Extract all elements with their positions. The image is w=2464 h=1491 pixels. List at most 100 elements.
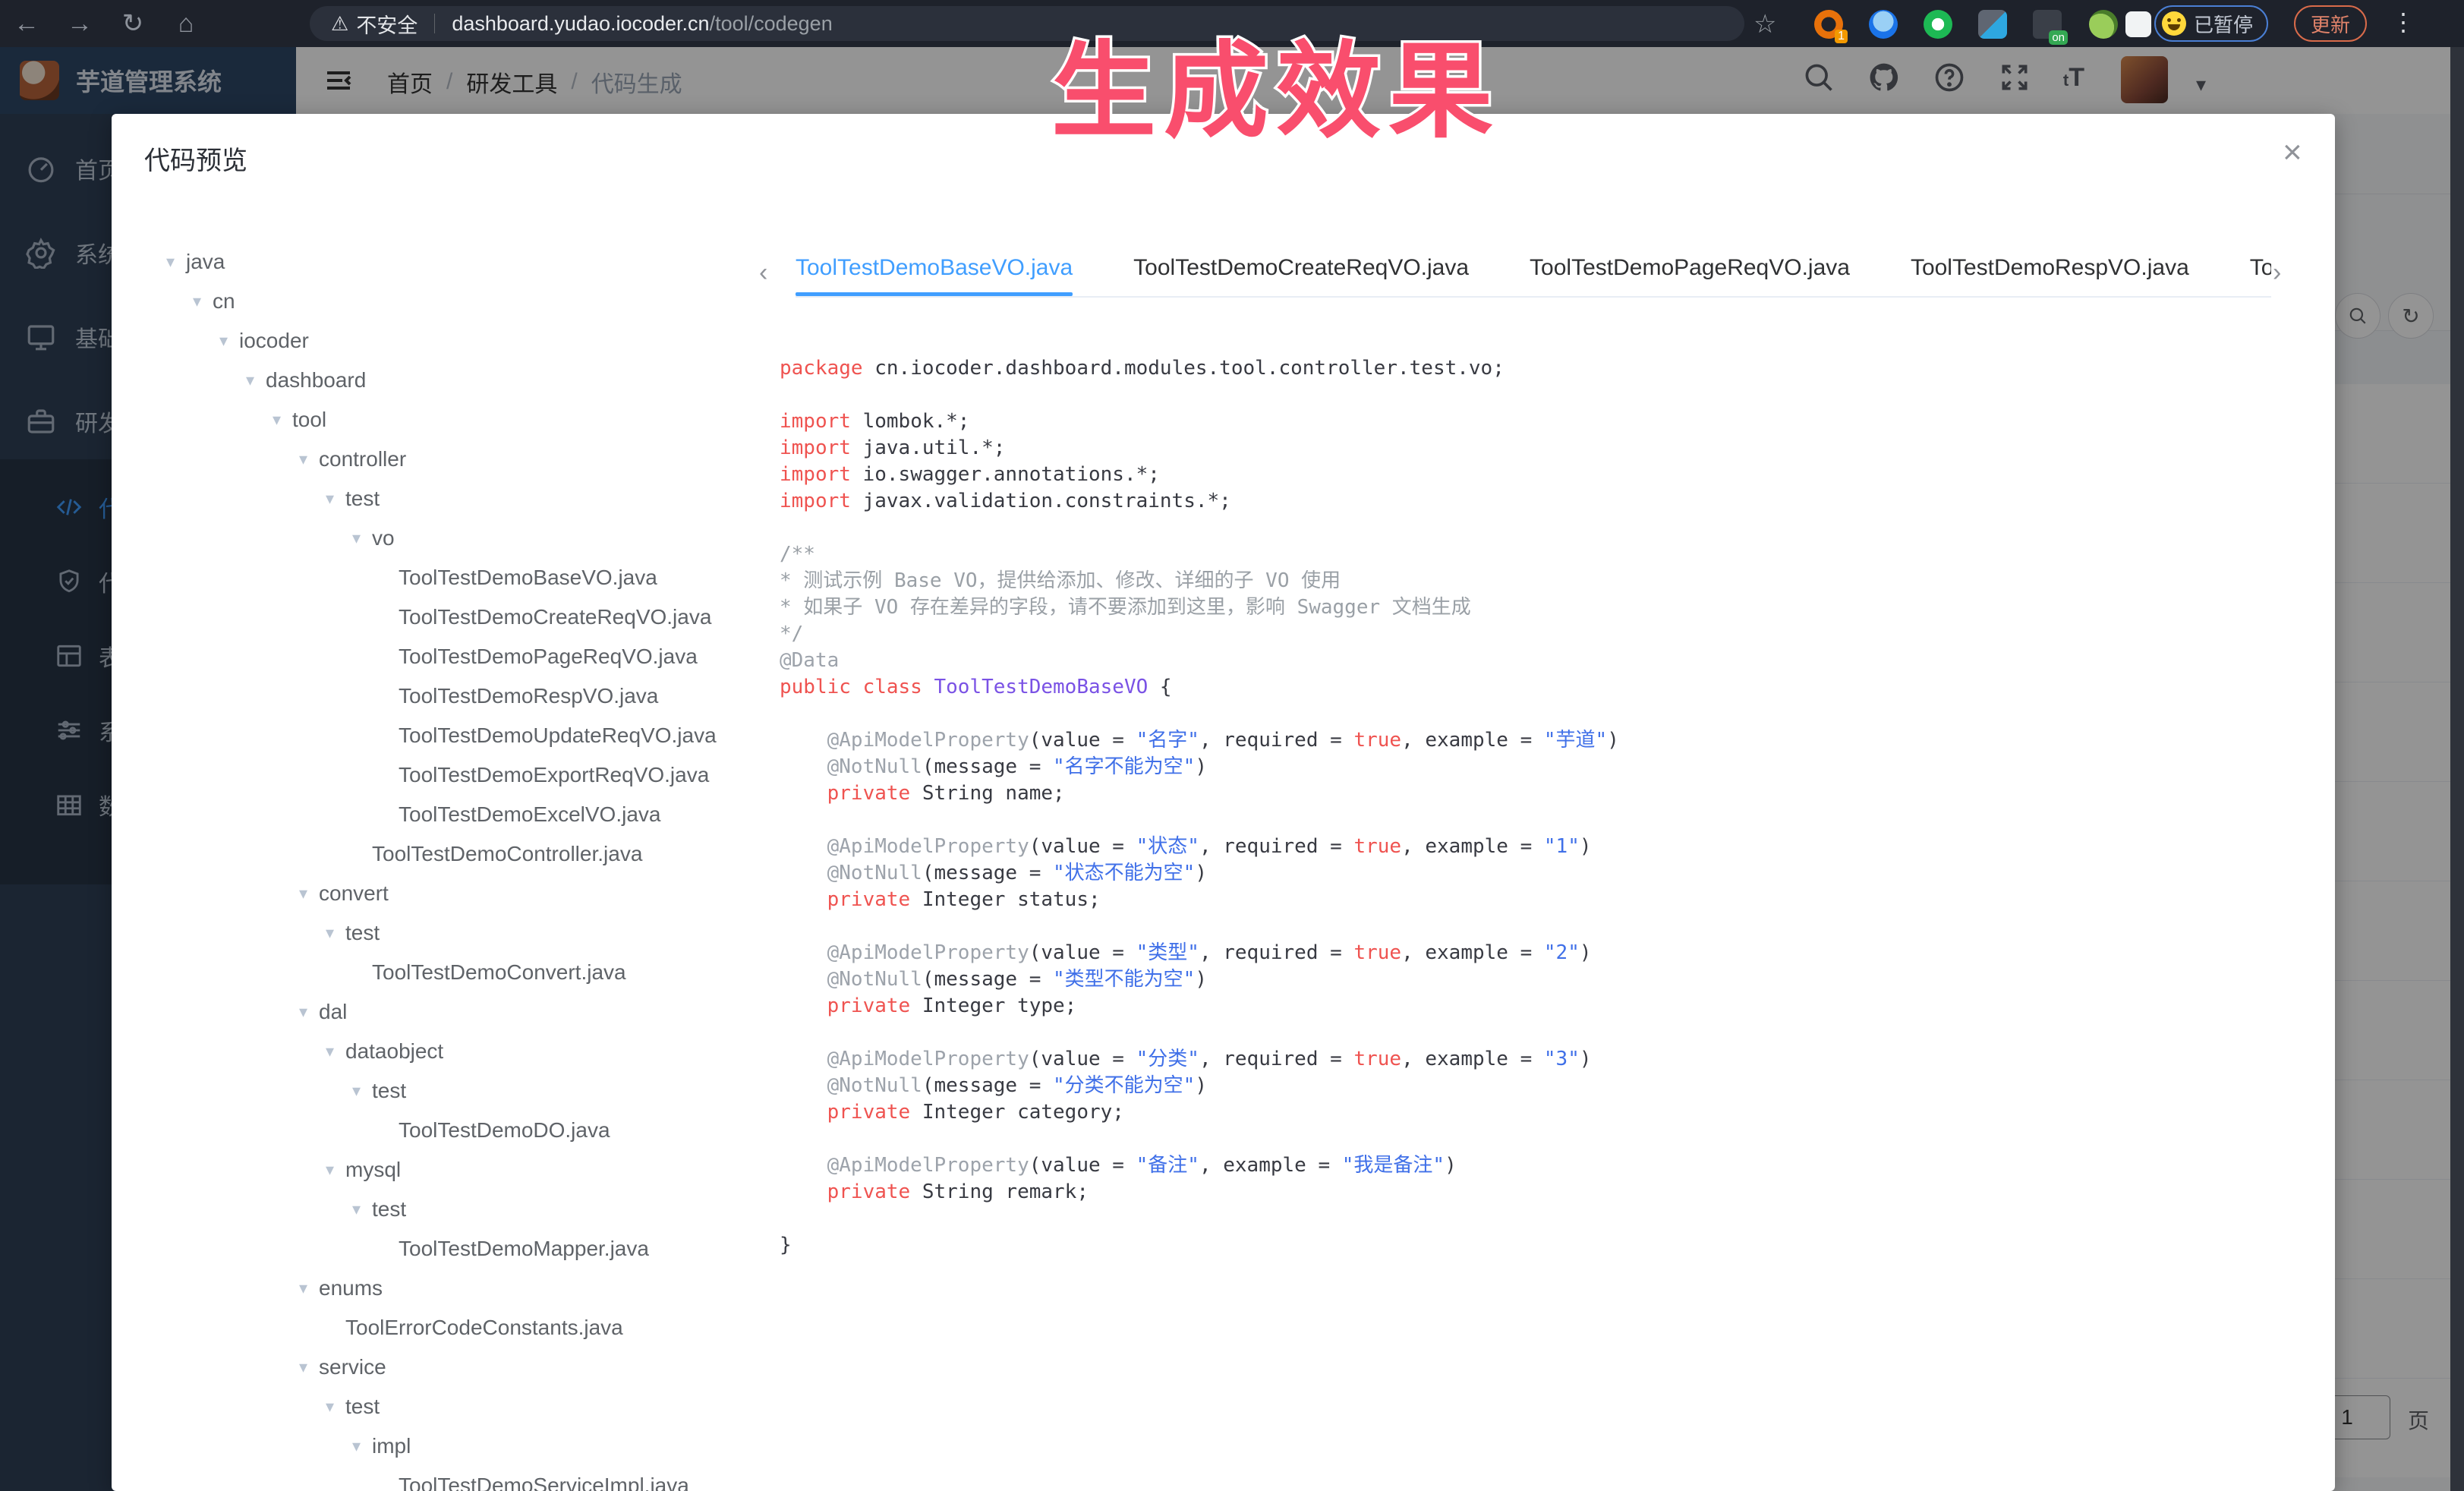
scrollbar[interactable]	[2450, 47, 2464, 1491]
tree-file[interactable]: ToolTestDemoRespVO.java	[112, 676, 757, 716]
forward-icon[interactable]: →	[53, 9, 106, 39]
file-tab[interactable]: ToolTestDemoCreateReqVO.java	[1133, 249, 1469, 296]
extension-icon-diamond[interactable]	[1978, 10, 2007, 39]
tree-folder[interactable]: ▾service	[112, 1348, 757, 1387]
code-line: @NotNull(message = "分类不能为空")	[780, 1073, 2290, 1099]
divider	[434, 14, 435, 33]
tree-item-label: ToolTestDemoRespVO.java	[399, 684, 658, 708]
tree-file[interactable]: ToolTestDemoDO.java	[112, 1111, 757, 1150]
tree-folder[interactable]: ▾test	[112, 1387, 757, 1426]
tree-folder[interactable]: ▾test	[112, 1190, 757, 1229]
extensions-puzzle-icon[interactable]	[2125, 11, 2151, 37]
extension-icon-drop[interactable]	[1869, 10, 1898, 39]
code-line: private Integer status;	[780, 887, 2290, 913]
url-domain[interactable]: dashboard.yudao.iocoder.cn	[452, 12, 709, 36]
tree-item-label: ToolTestDemoExportReqVO.java	[399, 763, 709, 787]
tree-file[interactable]: ToolTestDemoBaseVO.java	[112, 558, 757, 597]
file-tab[interactable]: ToolTestDemoBaseVO.java	[796, 249, 1073, 296]
back-icon[interactable]: ←	[0, 9, 53, 39]
tree-folder[interactable]: ▾iocoder	[112, 321, 757, 361]
code-line: @ApiModelProperty(value = "状态", required…	[780, 834, 2290, 860]
tree-caret-icon[interactable]: ▾	[326, 1042, 345, 1061]
tree-item-label: enums	[319, 1276, 383, 1300]
file-tab[interactable]: ToolTestDemoPageReqVO.java	[1530, 249, 1850, 296]
tree-caret-icon[interactable]: ▾	[299, 884, 319, 903]
tree-folder[interactable]: ▾impl	[112, 1426, 757, 1466]
home-icon[interactable]: ⌂	[159, 9, 213, 39]
tree-folder[interactable]: ▾cn	[112, 282, 757, 321]
tree-caret-icon[interactable]: ▾	[299, 449, 319, 469]
tree-caret-icon[interactable]: ▾	[352, 1081, 372, 1101]
security-label[interactable]: 不安全	[356, 9, 417, 39]
tree-folder[interactable]: ▾test	[112, 913, 757, 953]
extension-icon-plant[interactable]	[2089, 10, 2118, 39]
tree-caret-icon[interactable]: ▾	[166, 252, 186, 272]
code-line	[780, 1206, 2290, 1232]
tree-file[interactable]: ToolTestDemoMapper.java	[112, 1229, 757, 1269]
tree-caret-icon[interactable]: ▾	[326, 489, 345, 509]
tree-folder[interactable]: ▾convert	[112, 874, 757, 913]
tree-caret-icon[interactable]: ▾	[352, 1199, 372, 1219]
tree-file[interactable]: ToolTestDemoConvert.java	[112, 953, 757, 992]
tree-caret-icon[interactable]: ▾	[352, 528, 372, 548]
file-tab[interactable]: ToolTestDemoRespVO.java	[1911, 249, 2189, 296]
tree-caret-icon[interactable]: ▾	[326, 1160, 345, 1180]
tree-caret-icon[interactable]: ▾	[299, 1278, 319, 1298]
tree-caret-icon[interactable]: ▾	[193, 292, 213, 311]
bookmark-star-icon[interactable]: ☆	[1753, 9, 1776, 39]
tree-caret-icon[interactable]: ▾	[299, 1002, 319, 1022]
tree-item-label: ToolTestDemoCreateReqVO.java	[399, 605, 711, 629]
tree-file[interactable]: ToolTestDemoPageReqVO.java	[112, 637, 757, 676]
tree-caret-icon[interactable]: ▾	[326, 1397, 345, 1417]
chrome-update-button[interactable]: 更新	[2294, 5, 2367, 42]
tree-folder[interactable]: ▾mysql	[112, 1150, 757, 1190]
tree-folder[interactable]: ▾dataobject	[112, 1032, 757, 1071]
tree-item-label: test	[345, 1395, 380, 1419]
tree-caret-icon[interactable]: ▾	[246, 370, 266, 390]
tree-caret-icon[interactable]: ▾	[326, 923, 345, 943]
browser-menu-icon[interactable]: ⋮	[2391, 8, 2415, 36]
url-path[interactable]: /tool/codegen	[710, 12, 833, 36]
tabs-scroll-right-icon[interactable]: ›	[2273, 258, 2281, 288]
tree-folder[interactable]: ▾tool	[112, 400, 757, 440]
code-line: import javax.validation.constraints.*;	[780, 488, 2290, 515]
tree-file[interactable]: ToolTestDemoController.java	[112, 834, 757, 874]
extension-icon-list[interactable]: on	[2033, 10, 2062, 39]
tree-file[interactable]: ToolTestDemoUpdateReqVO.java	[112, 716, 757, 755]
tree-caret-icon[interactable]: ▾	[219, 331, 239, 351]
tree-caret-icon[interactable]: ▾	[273, 410, 292, 430]
tree-folder[interactable]: ▾enums	[112, 1269, 757, 1308]
close-icon[interactable]: ×	[2283, 134, 2302, 172]
tree-folder[interactable]: ▾test	[112, 1071, 757, 1111]
tree-folder[interactable]: ▾controller	[112, 440, 757, 479]
tabs-scroll-left-icon[interactable]: ‹	[759, 258, 767, 288]
code-viewer: package cn.iocoder.dashboard.modules.too…	[780, 355, 2290, 1259]
address-bar[interactable]: ⚠ 不安全 dashboard.yudao.iocoder.cn/tool/co…	[310, 6, 1744, 41]
code-line: import io.swagger.annotations.*;	[780, 462, 2290, 488]
tree-folder[interactable]: ▾java	[112, 242, 757, 282]
tree-file[interactable]: ToolTestDemoServiceImpl.java	[112, 1466, 757, 1491]
tree-file[interactable]: ToolTestDemoCreateReqVO.java	[112, 597, 757, 637]
tree-folder[interactable]: ▾dal	[112, 992, 757, 1032]
tree-folder[interactable]: ▾dashboard	[112, 361, 757, 400]
tree-file[interactable]: ToolTestDemoExcelVO.java	[112, 795, 757, 834]
extension-icon-orange[interactable]: 1	[1814, 10, 1843, 39]
tree-caret-icon[interactable]: ▾	[299, 1357, 319, 1377]
tree-folder[interactable]: ▾test	[112, 479, 757, 519]
tree-item-label: ToolErrorCodeConstants.java	[345, 1316, 623, 1340]
reload-icon[interactable]: ↻	[106, 8, 159, 39]
tree-file[interactable]: ToolErrorCodeConstants.java	[112, 1308, 757, 1348]
tree-folder[interactable]: ▾vo	[112, 519, 757, 558]
tree-item-label: ToolTestDemoPageReqVO.java	[399, 645, 698, 669]
tree-caret-icon[interactable]: ▾	[352, 1436, 372, 1456]
tree-item-label: ToolTestDemoMapper.java	[399, 1237, 649, 1261]
profile-paused-chip[interactable]: 已暂停	[2154, 5, 2268, 42]
file-tab[interactable]: ToolTestDemoUpdateReqVO.java	[2250, 249, 2271, 296]
tree-item-label: test	[372, 1197, 406, 1221]
extension-icon-green-circle[interactable]	[1924, 10, 1952, 39]
app-viewport: 芋道管理系统 首页 / 研发工具 / 代码生成 tT ▾	[0, 47, 2464, 1491]
tree-item-label: vo	[372, 526, 395, 550]
tree-file[interactable]: ToolTestDemoExportReqVO.java	[112, 755, 757, 795]
on-badge: on	[2049, 30, 2068, 45]
code-line	[780, 701, 2290, 727]
